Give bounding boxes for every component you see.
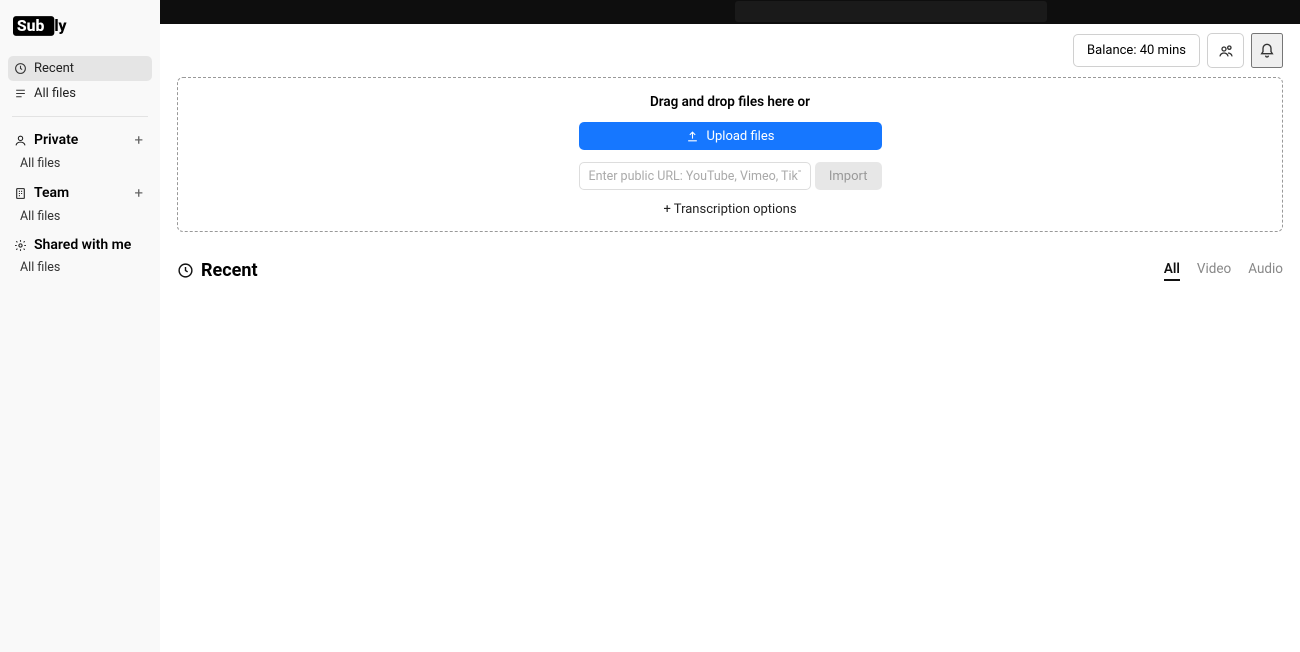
upload-label: Upload files — [707, 129, 775, 144]
bell-icon — [1259, 43, 1275, 59]
url-input[interactable] — [579, 162, 811, 190]
transcription-options-link[interactable]: + Transcription options — [663, 202, 796, 217]
shared-all-files[interactable]: All files — [8, 257, 152, 284]
nav-all-files-label: All files — [34, 86, 76, 101]
divider — [12, 116, 148, 117]
gear-icon — [14, 239, 27, 252]
user-icon — [14, 134, 27, 147]
section-team[interactable]: Team + — [8, 180, 152, 206]
team-label: Team — [34, 185, 69, 201]
shared-label: Shared with me — [34, 237, 131, 253]
topbar — [160, 0, 1300, 24]
notifications-button[interactable] — [1251, 33, 1283, 68]
filter-audio[interactable]: Audio — [1248, 261, 1283, 281]
filter-tabs: All Video Audio — [1164, 261, 1283, 281]
nav-all-files[interactable]: All files — [8, 81, 152, 106]
upload-files-button[interactable]: Upload files — [579, 122, 882, 150]
list-icon — [14, 87, 27, 100]
svg-text:Sub: Sub — [17, 16, 45, 35]
users-icon — [1218, 43, 1234, 59]
private-label: Private — [34, 132, 78, 148]
add-private-button[interactable]: + — [131, 131, 146, 149]
nav-recent-label: Recent — [34, 61, 74, 76]
upload-icon — [686, 130, 699, 143]
logo: Sub ly — [13, 14, 74, 38]
filter-all[interactable]: All — [1164, 261, 1180, 281]
drop-text: Drag and drop files here or — [650, 94, 810, 110]
section-private[interactable]: Private + — [8, 127, 152, 153]
building-icon — [14, 187, 27, 200]
clock-icon — [177, 262, 194, 279]
import-button[interactable]: Import — [815, 162, 882, 190]
filter-video[interactable]: Video — [1197, 261, 1231, 281]
private-all-files[interactable]: All files — [8, 153, 152, 180]
recent-title: Recent — [201, 260, 258, 281]
clock-icon — [14, 62, 27, 75]
sidebar: Sub ly Recent All files Private + All fi… — [0, 0, 160, 652]
header-actions: Balance: 40 mins — [160, 24, 1300, 77]
recent-heading: Recent — [177, 260, 258, 281]
section-shared[interactable]: Shared with me — [8, 233, 152, 257]
main: Balance: 40 mins Drag and drop files her… — [160, 0, 1300, 652]
invite-button[interactable] — [1207, 33, 1244, 68]
team-all-files[interactable]: All files — [8, 206, 152, 233]
upload-dropzone[interactable]: Drag and drop files here or Upload files… — [177, 77, 1283, 232]
svg-text:ly: ly — [54, 16, 67, 35]
balance-button[interactable]: Balance: 40 mins — [1073, 34, 1200, 67]
nav-recent[interactable]: Recent — [8, 56, 152, 81]
add-team-button[interactable]: + — [131, 184, 146, 202]
